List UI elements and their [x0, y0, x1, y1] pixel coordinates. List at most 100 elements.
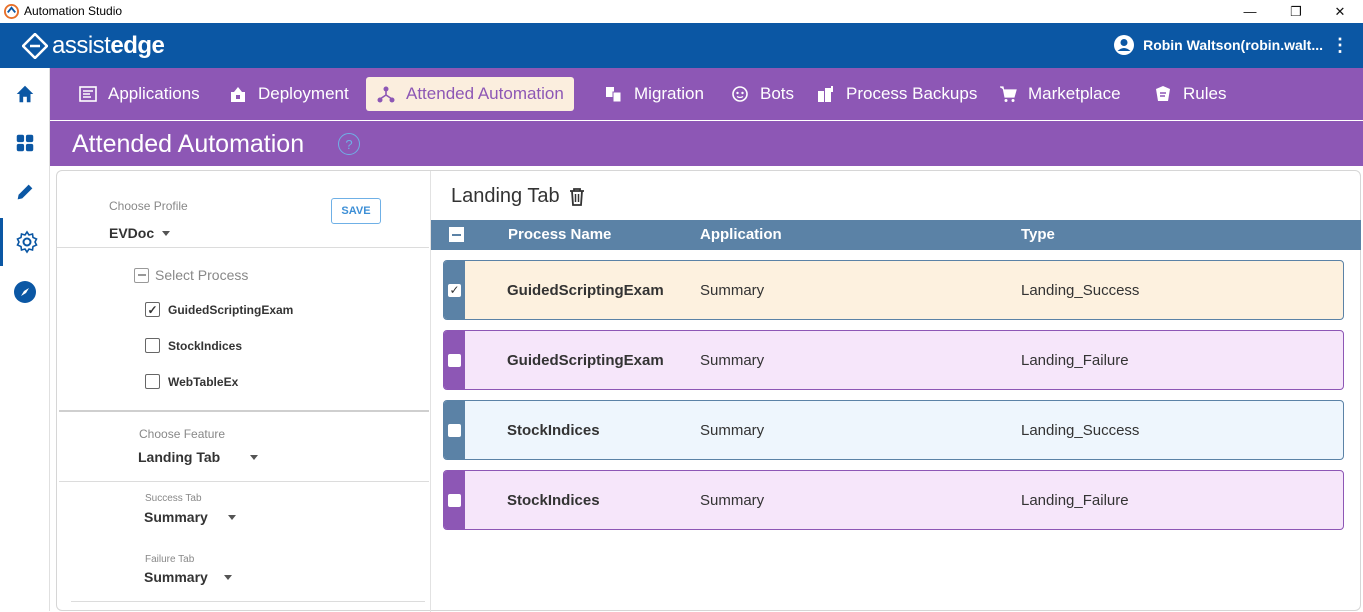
window-titlebar: Automation Studio — ❐ ✕ [0, 0, 1363, 23]
caret-down-icon [223, 574, 232, 580]
process-item[interactable]: WebTableEx [145, 374, 238, 389]
profile-label: Choose Profile [109, 199, 188, 213]
tab-label: Rules [1183, 84, 1227, 103]
divider [71, 601, 425, 602]
dashboard-icon[interactable] [0, 119, 50, 167]
trash-icon[interactable] [568, 187, 586, 207]
marketplace-icon [998, 84, 1018, 104]
checkbox-checked[interactable]: ✓ [145, 302, 160, 317]
tab-migration[interactable]: Migration [594, 77, 714, 111]
help-icon[interactable]: ? [338, 133, 360, 155]
table-row[interactable]: StockIndices Summary Landing_Failure [443, 470, 1344, 530]
feature-dropdown[interactable]: Landing Tab [138, 449, 259, 465]
select-all-checkbox[interactable] [449, 227, 464, 242]
close-button[interactable]: ✕ [1317, 0, 1363, 23]
compass-icon[interactable] [0, 268, 50, 316]
process-name-cell: StockIndices [507, 492, 600, 509]
divider [57, 247, 429, 248]
table-row[interactable]: GuidedScriptingExam Summary Landing_Fail… [443, 330, 1344, 390]
process-name: StockIndices [168, 338, 243, 353]
table-row[interactable]: ✓ GuidedScriptingExam Summary Landing_Su… [443, 260, 1344, 320]
landing-tab-label: Landing Tab [451, 185, 560, 207]
tab-label: Deployment [258, 84, 349, 103]
type-cell: Landing_Failure [1021, 492, 1129, 509]
process-name: GuidedScriptingExam [168, 302, 294, 317]
home-icon[interactable] [0, 70, 50, 118]
assistedge-logo-icon [22, 33, 48, 59]
column-header[interactable]: Type [1021, 226, 1055, 243]
tab-marketplace[interactable]: Marketplace [988, 77, 1131, 111]
application-cell: Summary [700, 422, 765, 439]
brand-logo[interactable]: assistedge [22, 31, 165, 61]
checkbox-checked[interactable]: ✓ [448, 283, 461, 297]
caret-down-icon [250, 454, 259, 460]
column-header[interactable]: Application [700, 226, 782, 243]
indeterminate-checkbox[interactable] [134, 267, 149, 283]
brand-name: assistedge [52, 32, 165, 59]
user-avatar-icon [1114, 35, 1135, 55]
migration-icon [604, 84, 624, 104]
row-accent [444, 331, 465, 389]
page-header: Attended Automation ? [50, 121, 1363, 166]
row-accent [444, 471, 465, 529]
page-title: Attended Automation [72, 130, 305, 158]
rules-icon [1153, 84, 1173, 104]
checkbox[interactable] [448, 493, 461, 507]
bots-icon [730, 84, 750, 104]
feature-label: Choose Feature [139, 427, 226, 441]
user-menu[interactable]: Robin Waltson(robin.walt... ⋮ [1113, 34, 1349, 56]
application-cell: Summary [700, 492, 765, 509]
table-header: Process Name Application Type [431, 220, 1361, 250]
tab-applications[interactable]: Applications [68, 77, 210, 111]
maximize-button[interactable]: ❐ [1273, 0, 1319, 23]
more-vert-icon[interactable]: ⋮ [1331, 36, 1349, 54]
tab-bots[interactable]: Bots [720, 77, 804, 111]
checkbox[interactable] [145, 374, 160, 389]
table-row[interactable]: StockIndices Summary Landing_Success [443, 400, 1344, 460]
minimize-button[interactable]: — [1227, 0, 1273, 23]
process-name-cell: StockIndices [507, 422, 600, 439]
row-accent: ✓ [444, 261, 465, 319]
tab-rules[interactable]: Rules [1143, 77, 1236, 111]
tab-attended-automation[interactable]: Attended Automation [366, 77, 574, 111]
failure-tab-dropdown[interactable]: Summary [144, 569, 232, 585]
tab-label: Migration [634, 84, 704, 103]
column-header[interactable]: Process Name [508, 226, 611, 243]
select-process-label: Select Process [155, 267, 249, 283]
feature-value: Landing Tab [138, 449, 221, 465]
save-button[interactable]: SAVE [331, 198, 381, 224]
checkbox[interactable] [448, 353, 461, 367]
application-cell: Summary [700, 352, 765, 369]
deployment-icon [228, 84, 248, 104]
landing-tab-title: Landing Tab [451, 185, 586, 208]
profile-dropdown[interactable]: EVDoc [109, 225, 171, 241]
application-cell: Summary [700, 282, 765, 299]
tab-label: Applications [108, 84, 200, 103]
profile-value: EVDoc [109, 225, 155, 241]
caret-down-icon [227, 514, 236, 520]
tab-deployment[interactable]: Deployment [218, 77, 359, 111]
attended-automation-icon [376, 84, 396, 104]
success-tab-label: Success Tab [145, 493, 202, 504]
process-backups-icon [816, 84, 836, 104]
checkbox[interactable] [145, 338, 160, 353]
type-cell: Landing_Success [1021, 282, 1140, 299]
process-item[interactable]: ✓ GuidedScriptingExam [145, 302, 293, 317]
user-name: Robin Waltson(robin.walt... [1143, 37, 1323, 53]
app-header: assistedge Robin Waltson(robin.walt... ⋮ [0, 23, 1363, 68]
tab-label: Process Backups [846, 84, 978, 103]
failure-tab-label: Failure Tab [145, 554, 195, 565]
applications-icon [78, 84, 98, 104]
row-accent [444, 401, 465, 459]
success-tab-dropdown[interactable]: Summary [144, 509, 236, 525]
process-name-cell: GuidedScriptingExam [507, 352, 664, 369]
edit-icon[interactable] [0, 168, 50, 216]
divider [59, 481, 429, 482]
select-process-toggle[interactable]: Select Process [134, 267, 248, 283]
config-panel: Choose Profile EVDoc SAVE Select Process… [57, 171, 431, 612]
settings-icon[interactable] [0, 218, 50, 266]
tab-label: Marketplace [1028, 84, 1121, 103]
tab-process-backups[interactable]: Process Backups [806, 77, 987, 111]
process-item[interactable]: StockIndices [145, 338, 242, 353]
checkbox[interactable] [448, 423, 461, 437]
